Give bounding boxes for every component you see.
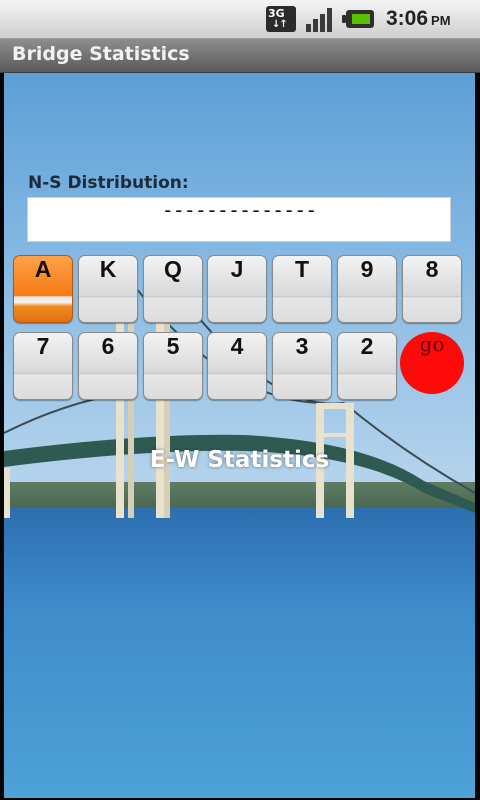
card-key-a[interactable]: A xyxy=(13,255,73,323)
status-bar: 3G ↓↑ 3:06 PM xyxy=(0,0,480,39)
card-key-j[interactable]: J xyxy=(207,255,267,323)
card-key-k[interactable]: K xyxy=(78,255,138,323)
card-key-5[interactable]: 5 xyxy=(143,332,203,400)
card-key-6[interactable]: 6 xyxy=(78,332,138,400)
go-button[interactable]: go xyxy=(400,332,464,394)
screen-edge-right xyxy=(475,73,480,800)
app-title: Bridge Statistics xyxy=(12,43,190,65)
ew-statistics-label: E-W Statistics xyxy=(149,447,330,473)
card-key-4[interactable]: 4 xyxy=(207,332,267,400)
screen-edge-left xyxy=(0,73,4,800)
card-key-7[interactable]: 7 xyxy=(13,332,73,400)
battery-charging-icon xyxy=(342,6,376,32)
clock-time: 3:06 xyxy=(386,7,429,30)
card-key-t[interactable]: T xyxy=(272,255,332,323)
ns-distribution-label: N-S Distribution: xyxy=(28,173,189,193)
clock-ampm: PM xyxy=(431,13,451,28)
status-clock: 3:06 PM xyxy=(386,7,451,33)
card-key-8[interactable]: 8 xyxy=(402,255,462,323)
card-key-2[interactable]: 2 xyxy=(337,332,397,400)
card-key-9[interactable]: 9 xyxy=(337,255,397,323)
content-area: N-S Distribution: -------------- A K Q J… xyxy=(4,73,475,798)
card-key-3[interactable]: 3 xyxy=(272,332,332,400)
app-title-bar: Bridge Statistics xyxy=(0,39,480,73)
signal-strength-icon xyxy=(304,6,336,32)
ns-distribution-field[interactable]: -------------- xyxy=(27,197,451,242)
card-key-q[interactable]: Q xyxy=(143,255,203,323)
3g-data-icon: 3G ↓↑ xyxy=(266,6,298,32)
